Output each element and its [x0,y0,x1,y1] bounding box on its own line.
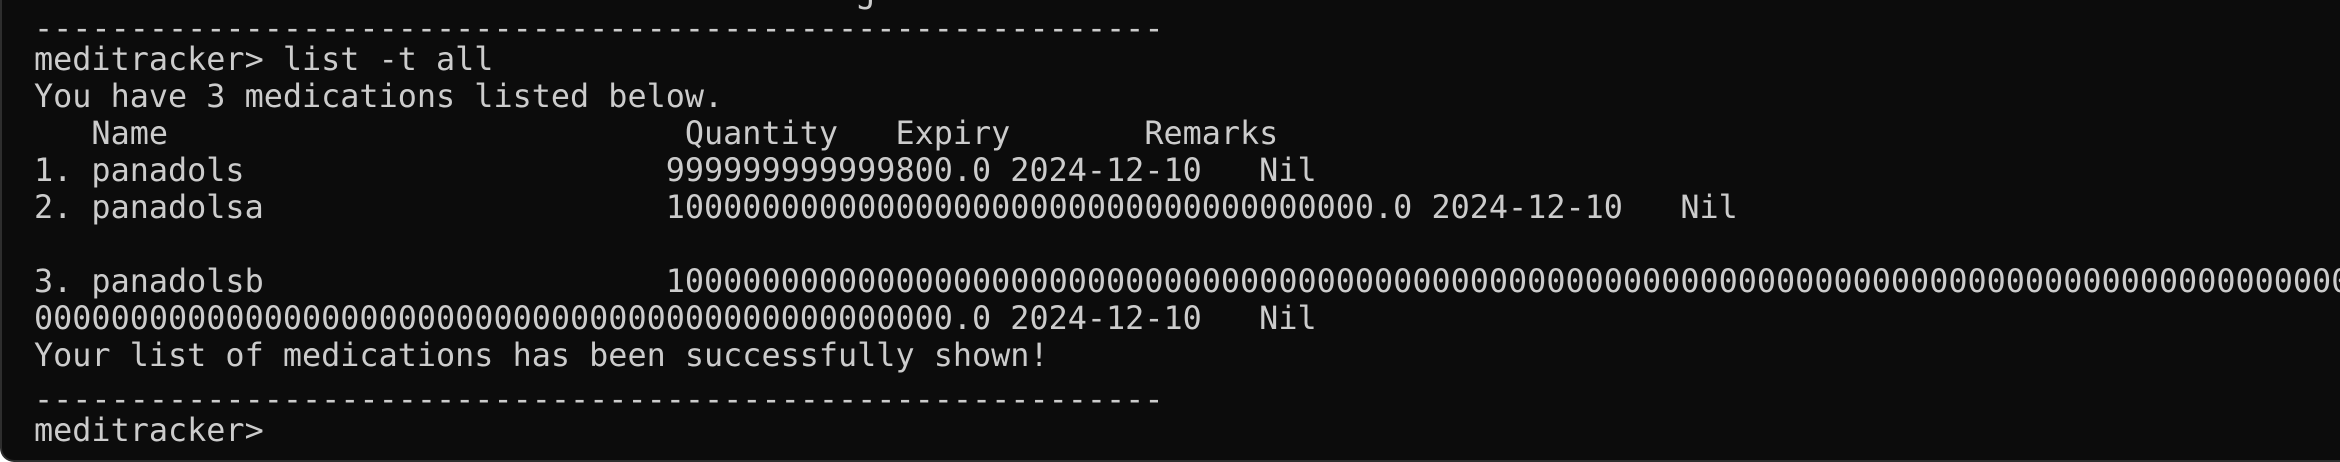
terminal-window: ' ' ' J ' ------------------------------… [0,0,2340,462]
command-prompt[interactable]: meditracker> [34,412,283,449]
table-header-row: Name Quantity Expiry Remarks [34,115,1279,152]
table-row: 2. panadolsa 100000000000000000000000000… [34,189,1738,226]
command-line: meditracker> list -t all [34,41,494,78]
table-row: 3. panadolsb 100000000000000000000000000… [34,263,2340,300]
medication-count-message: You have 3 medications listed below. [34,78,724,115]
success-message: Your list of medications has been succes… [34,337,1049,374]
table-row-wrapped: 0000000000000000000000000000000000000000… [34,300,1317,337]
terminal-output[interactable]: ' ' ' J ' ------------------------------… [34,0,2340,460]
table-row: 1. panadols 999999999999800.0 2024-12-10… [34,152,1317,189]
